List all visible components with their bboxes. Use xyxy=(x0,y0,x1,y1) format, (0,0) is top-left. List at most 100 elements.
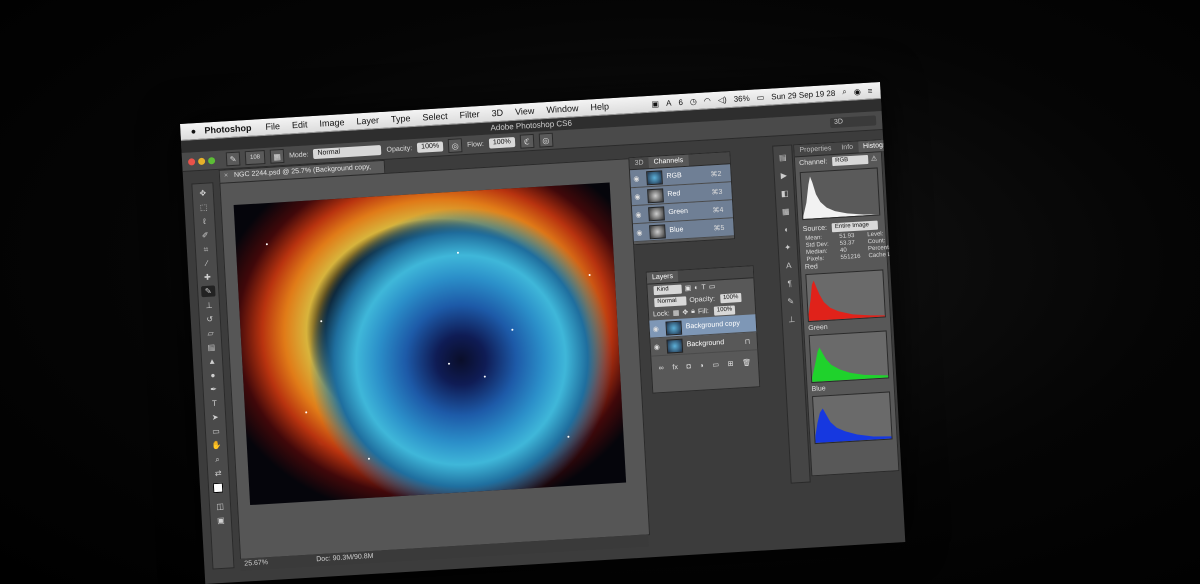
color-panel-icon[interactable]: ◧ xyxy=(779,188,792,201)
visibility-eye-icon[interactable]: ◉ xyxy=(630,174,642,183)
marquee-tool-icon[interactable]: ⬚ xyxy=(196,201,211,213)
tab-3d[interactable]: 3D xyxy=(629,157,649,169)
menu-3d[interactable]: 3D xyxy=(491,108,503,119)
filter-type-icon[interactable]: T xyxy=(701,284,706,291)
wifi-icon[interactable]: ◠ xyxy=(704,96,711,105)
pressure-opacity-icon[interactable]: ◎ xyxy=(447,138,463,154)
battery-percent[interactable]: 36% xyxy=(733,93,750,103)
visibility-eye-icon[interactable]: ◉ xyxy=(633,228,645,237)
user-icon[interactable]: ◉ xyxy=(854,87,861,96)
menu-edit[interactable]: Edit xyxy=(292,119,308,130)
filter-adjust-icon[interactable]: ◐ xyxy=(694,284,699,291)
menu-help[interactable]: Help xyxy=(590,101,609,112)
clone-source-panel-icon[interactable]: ⊥ xyxy=(785,314,798,327)
battery-icon[interactable]: ▭ xyxy=(756,92,764,101)
blur-tool-icon[interactable]: ▲ xyxy=(205,355,220,367)
badge-count[interactable]: 6 xyxy=(678,97,683,106)
app-menu[interactable]: Photoshop xyxy=(204,123,252,136)
menu-layer[interactable]: Layer xyxy=(356,115,379,126)
lock-all-icon[interactable]: 🔒︎ xyxy=(691,308,695,316)
cache-warning-icon[interactable]: ⚠ xyxy=(871,154,878,162)
apple-icon[interactable]: ● xyxy=(186,126,201,137)
volume-icon[interactable]: ◁) xyxy=(718,95,727,105)
color-swatches[interactable] xyxy=(212,481,228,498)
gradient-tool-icon[interactable]: ▤ xyxy=(204,341,219,353)
menu-window[interactable]: Window xyxy=(546,103,579,115)
mode-select[interactable]: Normal xyxy=(313,145,382,160)
nebula-image[interactable] xyxy=(233,182,627,506)
add-mask-icon[interactable]: ◘ xyxy=(686,363,691,370)
pressure-size-icon[interactable]: ◎ xyxy=(538,132,554,148)
close-window-button[interactable] xyxy=(187,157,196,166)
visibility-eye-icon[interactable]: ◉ xyxy=(632,210,644,219)
history-brush-tool-icon[interactable]: ↺ xyxy=(203,313,218,325)
history-panel-icon[interactable]: ▤ xyxy=(777,152,790,165)
eraser-tool-icon[interactable]: ▱ xyxy=(203,327,218,339)
lock-pixels-icon[interactable]: ▦ xyxy=(673,309,680,317)
filter-pixel-icon[interactable]: ▣ xyxy=(684,284,692,292)
brush-tool-preset-icon[interactable]: ✎ xyxy=(225,151,241,167)
foreground-color-swatch[interactable] xyxy=(212,482,224,494)
lock-position-icon[interactable]: ✥ xyxy=(682,308,688,316)
tab-layers[interactable]: Layers xyxy=(646,270,679,284)
layer-opacity-field[interactable]: 100% xyxy=(719,292,742,303)
layer-style-icon[interactable]: fx xyxy=(672,364,678,371)
pen-tool-icon[interactable]: ✒ xyxy=(206,383,221,395)
shape-tool-icon[interactable]: ▭ xyxy=(209,425,224,437)
character-panel-icon[interactable]: A xyxy=(782,260,795,273)
adjustment-layer-icon[interactable]: ◑ xyxy=(699,362,704,369)
airbrush-icon[interactable]: ℭ xyxy=(519,133,535,149)
clone-stamp-tool-icon[interactable]: ⊥ xyxy=(202,299,217,311)
brush-panel-icon[interactable]: ✎ xyxy=(784,296,797,309)
clock[interactable]: Sun 29 Sep 19 28 xyxy=(771,88,836,101)
quick-select-tool-icon[interactable]: ✐ xyxy=(198,229,213,241)
tab-info[interactable]: Info xyxy=(836,142,858,154)
fill-field[interactable]: 100% xyxy=(713,304,736,316)
status-icon[interactable]: ▣ xyxy=(651,99,659,108)
opacity-field[interactable]: 100% xyxy=(416,141,444,153)
move-tool-icon[interactable]: ✥ xyxy=(196,187,211,199)
link-layers-icon[interactable]: ∞ xyxy=(659,364,664,371)
lasso-tool-icon[interactable]: ℓ xyxy=(197,215,212,227)
visibility-eye-icon[interactable]: ◉ xyxy=(631,192,643,201)
paragraph-panel-icon[interactable]: ¶ xyxy=(783,278,796,291)
menu-file[interactable]: File xyxy=(265,121,280,132)
dodge-tool-icon[interactable]: ● xyxy=(206,369,221,381)
menu-select[interactable]: Select xyxy=(422,111,448,123)
menu-filter[interactable]: Filter xyxy=(459,109,480,120)
close-document-icon[interactable]: × xyxy=(224,170,229,182)
new-group-icon[interactable]: ▭ xyxy=(712,361,719,369)
swap-colors-icon[interactable]: ⇄ xyxy=(211,467,226,479)
filter-shape-icon[interactable]: ▭ xyxy=(709,283,716,291)
actions-panel-icon[interactable]: ▶ xyxy=(778,170,791,183)
flow-field[interactable]: 100% xyxy=(488,137,516,149)
visibility-eye-icon[interactable]: ◉ xyxy=(651,342,663,351)
healing-brush-tool-icon[interactable]: ✚ xyxy=(200,271,215,283)
layer-kind-filter[interactable]: Kind xyxy=(653,284,682,295)
time-machine-icon[interactable]: ◷ xyxy=(690,97,697,106)
tab-histogram[interactable]: Histogram xyxy=(857,139,901,153)
zoom-level[interactable]: 25.67% xyxy=(240,556,285,571)
workspace-select[interactable]: 3D xyxy=(829,115,877,129)
eyedropper-tool-icon[interactable]: ⁄ xyxy=(199,257,214,269)
hand-tool-icon[interactable]: ✋ xyxy=(209,439,224,451)
type-tool-icon[interactable]: T xyxy=(207,397,222,409)
doc-size-info[interactable]: Doc: 90.3M/90.8M xyxy=(316,553,374,563)
brush-size-picker[interactable]: 108 xyxy=(244,150,266,166)
notification-center-icon[interactable]: ≡ xyxy=(868,86,873,95)
styles-panel-icon[interactable]: ✦ xyxy=(781,242,794,255)
path-selection-tool-icon[interactable]: ➤ xyxy=(208,411,223,423)
adjustments-panel-icon[interactable]: ◐ xyxy=(780,224,793,237)
visibility-eye-icon[interactable]: ◉ xyxy=(650,324,662,333)
swatches-panel-icon[interactable]: ▦ xyxy=(779,206,792,219)
new-layer-icon[interactable]: ⊞ xyxy=(727,360,733,368)
delete-layer-icon[interactable]: 🗑︎ xyxy=(742,359,751,368)
brush-tool-icon[interactable]: ✎ xyxy=(200,285,216,298)
crop-tool-icon[interactable]: ⌗ xyxy=(199,243,214,255)
screen-mode-icon[interactable]: ▣ xyxy=(214,514,229,526)
menu-view[interactable]: View xyxy=(515,106,535,117)
quick-mask-icon[interactable]: ◫ xyxy=(213,500,228,512)
minimize-window-button[interactable] xyxy=(197,157,206,165)
zoom-window-button[interactable] xyxy=(207,156,216,164)
menu-type[interactable]: Type xyxy=(391,113,411,124)
